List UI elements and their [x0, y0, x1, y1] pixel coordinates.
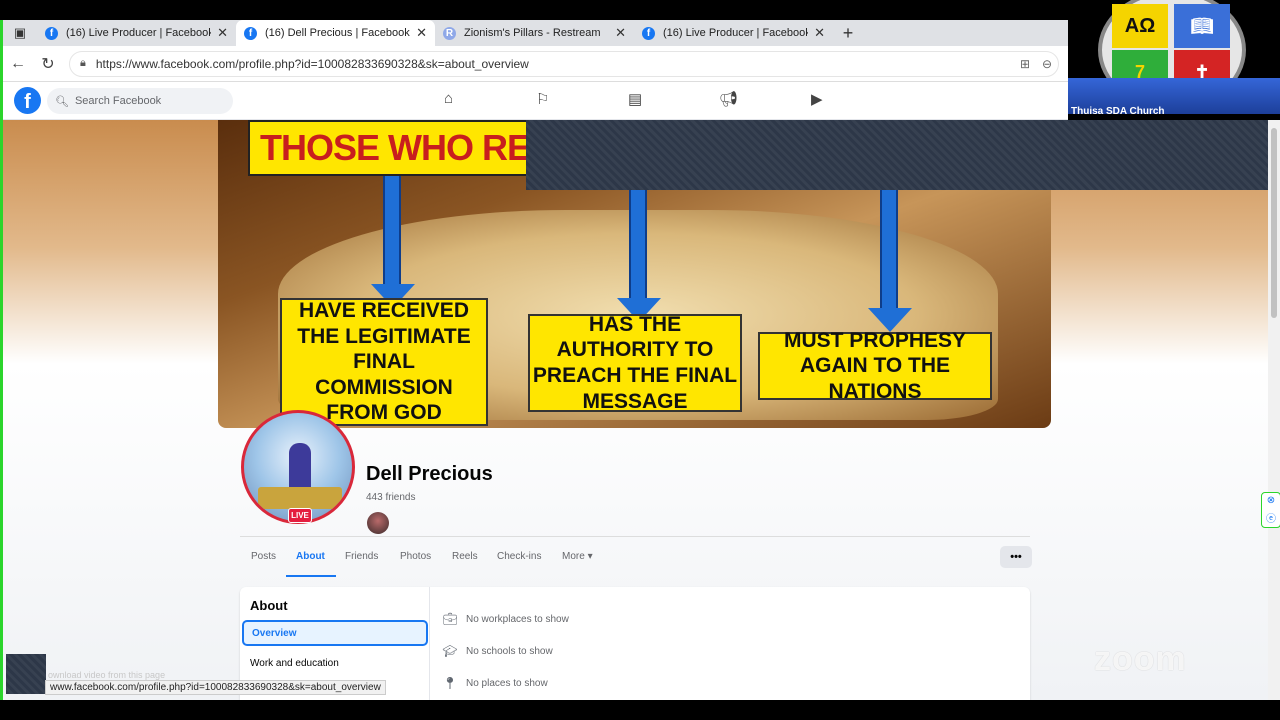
- caret-down-icon: ▾: [587, 551, 593, 562]
- page-scrollbar[interactable]: [1268, 120, 1280, 700]
- profile-tabs: Posts About Friends Photos Reels Check-i…: [240, 536, 1032, 577]
- scrollbar-thumb[interactable]: [1271, 128, 1277, 318]
- tab-reels[interactable]: Reels: [452, 551, 478, 562]
- tab-restream[interactable]: R Zionism's Pillars - Restream ✕: [435, 20, 634, 46]
- about-title: About: [250, 598, 288, 613]
- status-url-tooltip: www.facebook.com/profile.php?id=10008283…: [45, 680, 386, 695]
- video-icon[interactable]: ▶: [811, 90, 823, 108]
- facebook-logo-icon[interactable]: f: [14, 87, 41, 114]
- zoom-icon[interactable]: ⊖: [1036, 57, 1058, 71]
- search-icon: 🔍︎: [55, 95, 69, 108]
- down-arrow-icon: [868, 190, 912, 332]
- down-arrow-icon: [371, 176, 415, 308]
- cover-sign-2: HAS THE AUTHORITY TO PREACH THE FINAL ME…: [528, 313, 742, 413]
- facebook-header: f 🔍︎ Search Facebook ⌂ ⚐ ▤ 📢︎ ▶: [3, 82, 1071, 120]
- flag-icon[interactable]: ⚐: [536, 90, 549, 108]
- tab-more[interactable]: More ▾: [562, 551, 593, 562]
- profile-page: THOSE WHO REDI HAVE RECEIVED THE LEGITIM…: [3, 120, 1268, 700]
- briefcase-icon: 💼︎: [442, 612, 458, 626]
- church-logo: ΑΩ 📖︎ 7 ✝ Thuisa SDA Church: [1068, 0, 1280, 120]
- bible-icon: 📖︎: [1174, 4, 1230, 48]
- tab-live-producer-2[interactable]: f (16) Live Producer | Facebook ✕: [634, 20, 833, 46]
- tab-dell-precious[interactable]: f (16) Dell Precious | Facebook ✕: [236, 20, 435, 46]
- cover-sign-3: MUST PROPHESY AGAIN TO THE NATIONS: [758, 329, 992, 403]
- more-options-button[interactable]: •••: [1000, 546, 1032, 568]
- info-text: No places to show: [466, 677, 548, 689]
- friend-avatar[interactable]: [367, 512, 389, 534]
- close-icon[interactable]: ✕: [416, 25, 427, 41]
- dashboard-icon[interactable]: ▤: [628, 90, 642, 108]
- search-placeholder: Search Facebook: [74, 95, 162, 107]
- profile-name: Dell Precious: [366, 463, 493, 485]
- tab-live-producer-1[interactable]: f (16) Live Producer | Facebook ✕: [37, 20, 236, 46]
- info-text: No workplaces to show: [466, 613, 569, 625]
- video-overlay-panel: [526, 120, 1268, 190]
- live-badge: LIVE: [288, 508, 312, 523]
- tab-posts[interactable]: Posts: [251, 551, 276, 562]
- address-bar[interactable]: 🔒︎ https://www.facebook.com/profile.php?…: [69, 50, 1059, 77]
- tab-photos[interactable]: Photos: [400, 551, 431, 562]
- screen: ▣ f (16) Live Producer | Facebook ✕ f (1…: [0, 0, 1280, 720]
- info-text: No schools to show: [466, 645, 553, 657]
- video-thumbnail: [6, 654, 46, 694]
- tab-actions-icon[interactable]: ▣: [3, 20, 37, 46]
- back-arrow-icon[interactable]: ←: [3, 49, 33, 79]
- info-row-workplaces: 💼︎ No workplaces to show: [442, 612, 569, 626]
- tab-check-ins[interactable]: Check-ins: [497, 551, 541, 562]
- tab-title: (16) Live Producer | Facebook: [66, 27, 212, 39]
- close-icon[interactable]: ✕: [814, 25, 825, 41]
- zoom-watermark: zoom: [1094, 640, 1187, 678]
- split-screen-icon[interactable]: ⊞: [1014, 57, 1036, 71]
- search-input[interactable]: 🔍︎ Search Facebook: [47, 88, 233, 114]
- facebook-icon: f: [642, 26, 655, 40]
- new-tab-icon[interactable]: +: [833, 20, 863, 46]
- tab-friends[interactable]: Friends: [345, 551, 378, 562]
- graduation-cap-icon: 🎓︎: [442, 644, 458, 658]
- tab-title: (16) Live Producer | Facebook: [663, 27, 809, 39]
- tab-about[interactable]: About: [296, 551, 325, 562]
- restream-icon: R: [443, 26, 456, 40]
- profile-picture[interactable]: [241, 410, 355, 524]
- info-row-places: 📍︎ No places to show: [442, 676, 548, 690]
- tab-title: Zionism's Pillars - Restream: [464, 27, 601, 39]
- reload-icon[interactable]: ↻: [33, 49, 63, 79]
- shared-screen-window: ▣ f (16) Live Producer | Facebook ✕ f (1…: [0, 20, 1280, 700]
- download-hint: ownload video from this page: [48, 670, 166, 680]
- lock-icon[interactable]: 🔒︎: [80, 57, 86, 70]
- home-icon[interactable]: ⌂: [444, 90, 453, 107]
- cover-top-sign: THOSE WHO REDI: [248, 120, 530, 176]
- close-circle-icon[interactable]: ⊗: [1267, 495, 1275, 506]
- cover-sign-1: HAVE RECEIVED THE LEGITIMATE FINAL COMMI…: [280, 298, 488, 426]
- info-row-schools: 🎓︎ No schools to show: [442, 644, 553, 658]
- down-arrow-icon: [617, 190, 661, 322]
- url-text: https://www.facebook.com/profile.php?id=…: [95, 56, 529, 71]
- edge-icon[interactable]: ⓔ: [1266, 510, 1276, 525]
- location-pin-icon: 📍︎: [442, 676, 458, 690]
- facebook-icon: f: [244, 26, 257, 40]
- close-icon[interactable]: ✕: [615, 25, 626, 41]
- friend-count[interactable]: 443 friends: [366, 492, 415, 503]
- side-extension-icons[interactable]: ⊗ ⓔ: [1261, 492, 1280, 528]
- about-menu-overview[interactable]: Overview: [242, 620, 428, 646]
- facebook-icon: f: [45, 26, 58, 40]
- tab-more-label: More: [562, 551, 585, 562]
- close-icon[interactable]: ✕: [217, 25, 228, 41]
- alpha-omega-icon: ΑΩ: [1112, 4, 1168, 48]
- about-menu-work-education[interactable]: Work and education: [242, 650, 428, 676]
- church-caption: Thuisa SDA Church: [1071, 106, 1165, 117]
- address-row: ← ↻ 🔒︎ https://www.facebook.com/profile.…: [3, 46, 1071, 82]
- browser-tab-strip: ▣ f (16) Live Producer | Facebook ✕ f (1…: [3, 20, 1071, 46]
- ark-image: [258, 487, 342, 509]
- megaphone-icon[interactable]: 📢︎: [719, 90, 738, 108]
- active-tab-indicator: [286, 575, 336, 577]
- tab-title: (16) Dell Precious | Facebook: [265, 27, 410, 39]
